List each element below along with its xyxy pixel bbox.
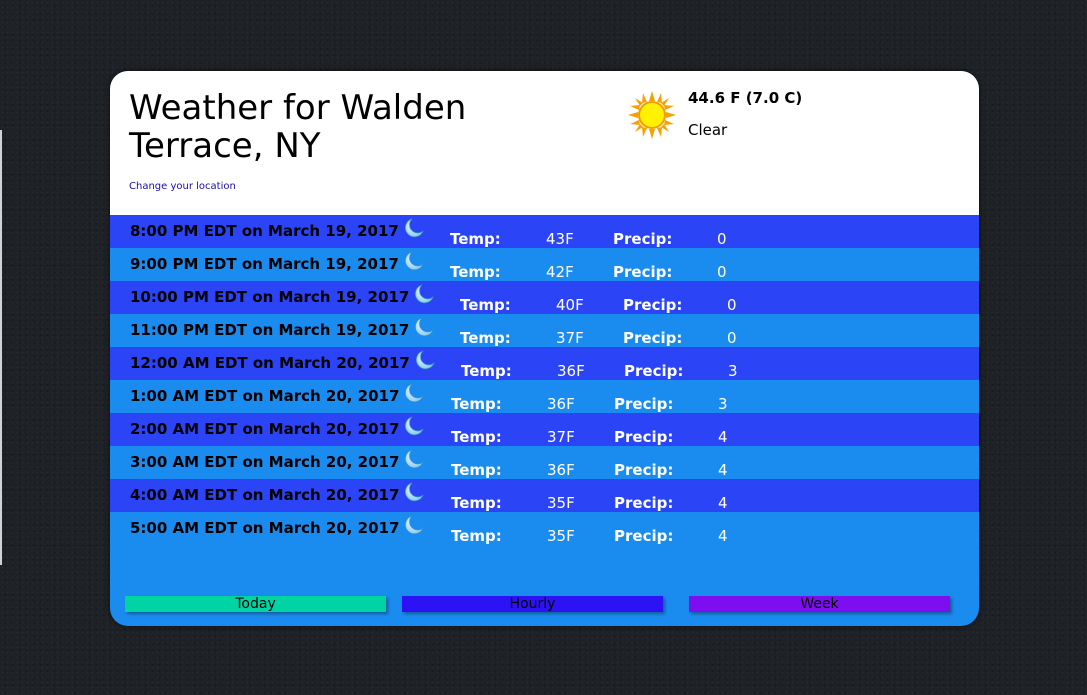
hourly-time-label: 4:00 AM EDT on March 20, 2017 bbox=[130, 486, 400, 504]
sun-icon bbox=[628, 91, 676, 139]
moon-icon bbox=[413, 316, 435, 338]
hourly-time-label: 1:00 AM EDT on March 20, 2017 bbox=[130, 387, 400, 405]
moon-icon bbox=[403, 250, 425, 272]
precip-value: 0 bbox=[727, 329, 737, 347]
hourly-row: 8:00 PM EDT on March 19, 2017 Temp: 43F Pre… bbox=[110, 215, 979, 248]
tab-today[interactable]: Today bbox=[125, 596, 386, 612]
precip-label: Precip: bbox=[613, 263, 673, 281]
hourly-row: 2:00 AM EDT on March 20, 2017 Temp: 37F Pre… bbox=[110, 413, 979, 446]
weather-card: Weather for Walden Terrace, NY Change yo… bbox=[110, 71, 979, 626]
weather-header: Weather for Walden Terrace, NY Change yo… bbox=[110, 71, 979, 215]
change-location-link[interactable]: Change your location bbox=[129, 181, 236, 192]
precip-value: 4 bbox=[718, 527, 728, 545]
temp-value: 37F bbox=[547, 428, 575, 446]
precip-label: Precip: bbox=[614, 395, 674, 413]
precip-label: Precip: bbox=[613, 230, 673, 248]
hourly-time: 3:00 AM EDT on March 20, 2017 bbox=[130, 449, 425, 471]
moon-icon bbox=[403, 217, 425, 239]
hourly-row: 11:00 PM EDT on March 19, 2017 Temp: 37F Pr… bbox=[110, 314, 979, 347]
temp-label: Temp: bbox=[460, 329, 511, 347]
hourly-time: 8:00 PM EDT on March 19, 2017 bbox=[130, 218, 425, 240]
hourly-time: 12:00 AM EDT on March 20, 2017 bbox=[130, 350, 436, 372]
precip-value: 4 bbox=[718, 494, 728, 512]
temp-label: Temp: bbox=[451, 428, 502, 446]
hourly-row: 5:00 AM EDT on March 20, 2017 Temp: 35F Pre… bbox=[110, 512, 979, 545]
hourly-time-label: 2:00 AM EDT on March 20, 2017 bbox=[130, 420, 400, 438]
moon-icon bbox=[403, 514, 425, 536]
temp-value: 35F bbox=[547, 527, 575, 545]
hourly-forecast-list: 8:00 PM EDT on March 19, 2017 Temp: 43F Pre… bbox=[110, 215, 979, 545]
temp-label: Temp: bbox=[460, 296, 511, 314]
moon-icon bbox=[403, 448, 425, 470]
hourly-time: 11:00 PM EDT on March 19, 2017 bbox=[130, 317, 435, 339]
temp-label: Temp: bbox=[461, 362, 512, 380]
hourly-time-label: 11:00 PM EDT on March 19, 2017 bbox=[130, 321, 410, 339]
moon-icon bbox=[413, 283, 435, 305]
current-temperature: 44.6 F (7.0 C) bbox=[688, 89, 803, 107]
hourly-time: 1:00 AM EDT on March 20, 2017 bbox=[130, 383, 425, 405]
hourly-time: 9:00 PM EDT on March 19, 2017 bbox=[130, 251, 425, 273]
precip-value: 3 bbox=[728, 362, 738, 380]
current-condition: Clear bbox=[688, 121, 728, 139]
precip-value: 3 bbox=[718, 395, 728, 413]
page-title: Weather for Walden Terrace, NY bbox=[129, 88, 467, 166]
window-edge bbox=[0, 130, 2, 565]
hourly-row: 3:00 AM EDT on March 20, 2017 Temp: 36F Pre… bbox=[110, 446, 979, 479]
hourly-time: 10:00 PM EDT on March 19, 2017 bbox=[130, 284, 435, 306]
temp-label: Temp: bbox=[450, 263, 501, 281]
precip-label: Precip: bbox=[623, 329, 683, 347]
hourly-time-label: 10:00 PM EDT on March 19, 2017 bbox=[130, 288, 410, 306]
hourly-time-label: 5:00 AM EDT on March 20, 2017 bbox=[130, 519, 400, 537]
temp-label: Temp: bbox=[451, 461, 502, 479]
temp-value: 36F bbox=[547, 461, 575, 479]
hourly-time: 2:00 AM EDT on March 20, 2017 bbox=[130, 416, 425, 438]
hourly-row: 1:00 AM EDT on March 20, 2017 Temp: 36F Pre… bbox=[110, 380, 979, 413]
precip-value: 0 bbox=[727, 296, 737, 314]
tab-hourly[interactable]: Hourly bbox=[402, 596, 663, 612]
moon-icon bbox=[414, 349, 436, 371]
precip-value: 4 bbox=[718, 461, 728, 479]
precip-value: 0 bbox=[717, 263, 727, 281]
temp-label: Temp: bbox=[450, 230, 501, 248]
temp-label: Temp: bbox=[451, 527, 502, 545]
hourly-time-label: 12:00 AM EDT on March 20, 2017 bbox=[130, 354, 410, 372]
hourly-time-label: 9:00 PM EDT on March 19, 2017 bbox=[130, 255, 399, 273]
temp-value: 36F bbox=[547, 395, 575, 413]
precip-label: Precip: bbox=[614, 527, 674, 545]
moon-icon bbox=[403, 382, 425, 404]
hourly-row: 4:00 AM EDT on March 20, 2017 Temp: 35F Pre… bbox=[110, 479, 979, 512]
precip-label: Precip: bbox=[614, 428, 674, 446]
hourly-time: 4:00 AM EDT on March 20, 2017 bbox=[130, 482, 425, 504]
moon-icon bbox=[403, 415, 425, 437]
temp-value: 43F bbox=[546, 230, 574, 248]
temp-label: Temp: bbox=[451, 395, 502, 413]
temp-value: 37F bbox=[556, 329, 584, 347]
temp-value: 40F bbox=[556, 296, 584, 314]
precip-value: 4 bbox=[718, 428, 728, 446]
temp-value: 42F bbox=[546, 263, 574, 281]
tab-week[interactable]: Week bbox=[689, 596, 950, 612]
precip-label: Precip: bbox=[614, 461, 674, 479]
hourly-time-label: 8:00 PM EDT on March 19, 2017 bbox=[130, 222, 399, 240]
moon-icon bbox=[403, 481, 425, 503]
precip-label: Precip: bbox=[624, 362, 684, 380]
temp-value: 36F bbox=[557, 362, 585, 380]
hourly-time-label: 3:00 AM EDT on March 20, 2017 bbox=[130, 453, 400, 471]
hourly-time: 5:00 AM EDT on March 20, 2017 bbox=[130, 515, 425, 537]
temp-value: 35F bbox=[547, 494, 575, 512]
precip-label: Precip: bbox=[623, 296, 683, 314]
precip-value: 0 bbox=[717, 230, 727, 248]
hourly-row: 10:00 PM EDT on March 19, 2017 Temp: 40F Pr… bbox=[110, 281, 979, 314]
hourly-row: 9:00 PM EDT on March 19, 2017 Temp: 42F Pre… bbox=[110, 248, 979, 281]
hourly-row: 12:00 AM EDT on March 20, 2017 Temp: 36F Pr… bbox=[110, 347, 979, 380]
precip-label: Precip: bbox=[614, 494, 674, 512]
temp-label: Temp: bbox=[451, 494, 502, 512]
